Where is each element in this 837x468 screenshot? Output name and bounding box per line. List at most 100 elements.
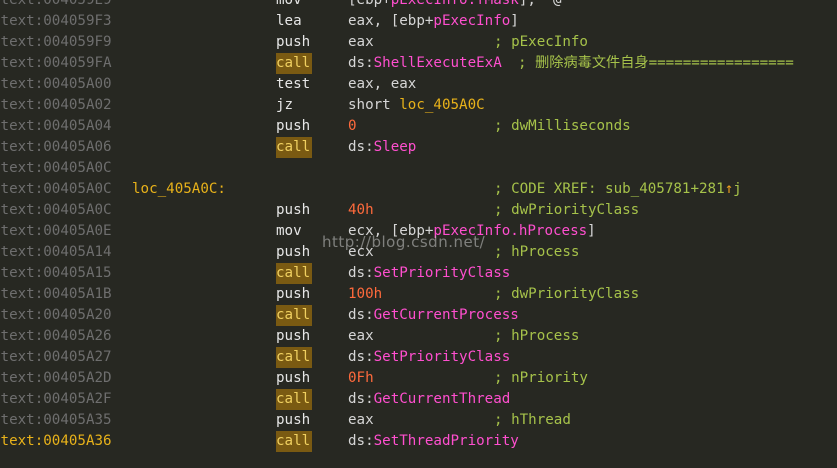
- symbol-name[interactable]: ShellExecuteExA: [374, 55, 502, 71]
- symbol-name[interactable]: SetPriorityClass: [374, 265, 511, 281]
- address[interactable]: .text:00405A0C: [0, 200, 112, 221]
- listing-row[interactable]: .text:004059F9 push eax ; pExecInfo: [0, 32, 837, 53]
- address[interactable]: .text:00405A04: [0, 116, 112, 137]
- mnemonic[interactable]: push: [276, 116, 310, 137]
- operand-text: eax: [348, 328, 374, 344]
- mnemonic[interactable]: mov: [276, 0, 302, 11]
- listing-row[interactable]: .text:004059FA call ds:ShellExecuteExA ; 删除…: [0, 53, 837, 74]
- mnemonic[interactable]: lea: [276, 11, 302, 32]
- mnemonic[interactable]: call: [276, 137, 312, 158]
- operands[interactable]: 0Fh: [348, 368, 374, 389]
- symbol-name[interactable]: Sleep: [374, 139, 417, 155]
- address[interactable]: .text:004059F9: [0, 32, 112, 53]
- operands[interactable]: ds:Sleep: [348, 137, 416, 158]
- mnemonic[interactable]: push: [276, 242, 310, 263]
- symbol-name[interactable]: GetCurrentThread: [374, 391, 511, 407]
- symbol-name[interactable]: GetCurrentProcess: [374, 307, 519, 323]
- address[interactable]: .text:00405A15: [0, 263, 112, 284]
- operands[interactable]: eax, eax: [348, 74, 416, 95]
- code-label[interactable]: loc_405A0C:: [132, 179, 226, 200]
- symbol-name[interactable]: pExecInfo: [433, 13, 510, 29]
- listing-row[interactable]: .text:00405A27 call ds:SetPriorityClass: [0, 347, 837, 368]
- mnemonic[interactable]: push: [276, 368, 310, 389]
- symbol-name[interactable]: pExecInfo.fMask: [391, 0, 519, 8]
- listing-row[interactable]: .text:00405A02 jz short loc_405A0C: [0, 95, 837, 116]
- immediate-value: 0Fh: [348, 370, 374, 386]
- listing-row[interactable]: .text:00405A0C: [0, 158, 837, 179]
- operands[interactable]: eax: [348, 410, 374, 431]
- address[interactable]: .text:00405A06: [0, 137, 112, 158]
- listing-row[interactable]: .text:00405A20 call ds:GetCurrentProcess: [0, 305, 837, 326]
- comment-text: ; nPriority: [494, 370, 588, 386]
- operands[interactable]: [ebp+pExecInfo.fMask], '@': [348, 0, 570, 11]
- mnemonic[interactable]: push: [276, 32, 310, 53]
- address[interactable]: .text:00405A14: [0, 242, 112, 263]
- listing-row[interactable]: .text:004059E9 mov [ebp+pExecInfo.fMask], …: [0, 0, 837, 11]
- listing-row[interactable]: .text:00405A35 push eax ; hThread: [0, 410, 837, 431]
- operands[interactable]: short loc_405A0C: [348, 95, 485, 116]
- operands[interactable]: ds:GetCurrentProcess: [348, 305, 519, 326]
- comment-text: ; 删除病毒文件自身=================: [518, 55, 794, 71]
- mnemonic[interactable]: call: [276, 431, 312, 452]
- operands[interactable]: ds:ShellExecuteExA: [348, 53, 502, 74]
- comment-text: ; hProcess: [494, 244, 580, 260]
- mnemonic[interactable]: call: [276, 389, 312, 410]
- operands[interactable]: ds:GetCurrentThread: [348, 389, 510, 410]
- address[interactable]: .text:00405A0E: [0, 221, 112, 242]
- immediate-value: 100h: [348, 286, 383, 302]
- operands[interactable]: 100h: [348, 284, 382, 305]
- comment: ; hThread: [494, 410, 571, 431]
- mnemonic[interactable]: call: [276, 263, 312, 284]
- address[interactable]: .text:00405A36: [0, 431, 112, 452]
- address[interactable]: .text:00405A2F: [0, 389, 112, 410]
- address[interactable]: .text:00405A20: [0, 305, 112, 326]
- immediate-value: 0: [348, 118, 357, 134]
- address[interactable]: .text:004059E9: [0, 0, 112, 11]
- address[interactable]: .text:00405A0C: [0, 158, 112, 179]
- listing-row[interactable]: .text:00405A00 test eax, eax: [0, 74, 837, 95]
- listing-row[interactable]: .text:00405A2F call ds:GetCurrentThread: [0, 389, 837, 410]
- operands[interactable]: ds:SetThreadPriority: [348, 431, 519, 452]
- listing-row[interactable]: .text:004059F3 lea eax, [ebp+pExecInfo]: [0, 11, 837, 32]
- address[interactable]: .text:00405A27: [0, 347, 112, 368]
- operands[interactable]: eax, [ebp+pExecInfo]: [348, 11, 519, 32]
- listing-row[interactable]: .text:00405A36 call ds:SetThreadPriority: [0, 431, 837, 452]
- mnemonic[interactable]: mov: [276, 221, 302, 242]
- operands[interactable]: eax: [348, 326, 374, 347]
- mnemonic[interactable]: push: [276, 284, 310, 305]
- listing-row[interactable]: .text:00405A0C push 40h ; dwPriorityClass: [0, 200, 837, 221]
- operands[interactable]: eax: [348, 32, 374, 53]
- listing-row[interactable]: .text:00405A06 call ds:Sleep: [0, 137, 837, 158]
- address[interactable]: .text:004059F3: [0, 11, 112, 32]
- address[interactable]: .text:00405A02: [0, 95, 112, 116]
- address[interactable]: .text:00405A26: [0, 326, 112, 347]
- listing-row[interactable]: .text:00405A04 push 0 ; dwMilliseconds: [0, 116, 837, 137]
- jump-target[interactable]: loc_405A0C: [399, 97, 484, 113]
- mnemonic[interactable]: push: [276, 326, 310, 347]
- listing-row[interactable]: .text:00405A15 call ds:SetPriorityClass: [0, 263, 837, 284]
- symbol-name[interactable]: SetThreadPriority: [374, 433, 519, 449]
- address[interactable]: .text:004059FA: [0, 53, 112, 74]
- operands[interactable]: ds:SetPriorityClass: [348, 347, 510, 368]
- mnemonic[interactable]: jz: [276, 95, 293, 116]
- operands[interactable]: 40h: [348, 200, 374, 221]
- address[interactable]: .text:00405A1B: [0, 284, 112, 305]
- operand-text: ]: [510, 13, 519, 29]
- address[interactable]: .text:00405A0C: [0, 179, 112, 200]
- mnemonic[interactable]: push: [276, 410, 310, 431]
- mnemonic[interactable]: call: [276, 53, 312, 74]
- address[interactable]: .text:00405A2D: [0, 368, 112, 389]
- mnemonic[interactable]: push: [276, 200, 310, 221]
- listing-row[interactable]: .text:00405A26 push eax ; hProcess: [0, 326, 837, 347]
- mnemonic[interactable]: call: [276, 347, 312, 368]
- operands[interactable]: ds:SetPriorityClass: [348, 263, 510, 284]
- symbol-name[interactable]: SetPriorityClass: [374, 349, 511, 365]
- address[interactable]: .text:00405A35: [0, 410, 112, 431]
- listing-row[interactable]: .text:00405A2D push 0Fh ; nPriority: [0, 368, 837, 389]
- listing-row[interactable]: .text:00405A1B push 100h ; dwPriorityClass: [0, 284, 837, 305]
- mnemonic[interactable]: call: [276, 305, 312, 326]
- operands[interactable]: 0: [348, 116, 357, 137]
- listing-row[interactable]: .text:00405A0C loc_405A0C: ; CODE XREF: su…: [0, 179, 837, 200]
- address[interactable]: .text:00405A00: [0, 74, 112, 95]
- mnemonic[interactable]: test: [276, 74, 310, 95]
